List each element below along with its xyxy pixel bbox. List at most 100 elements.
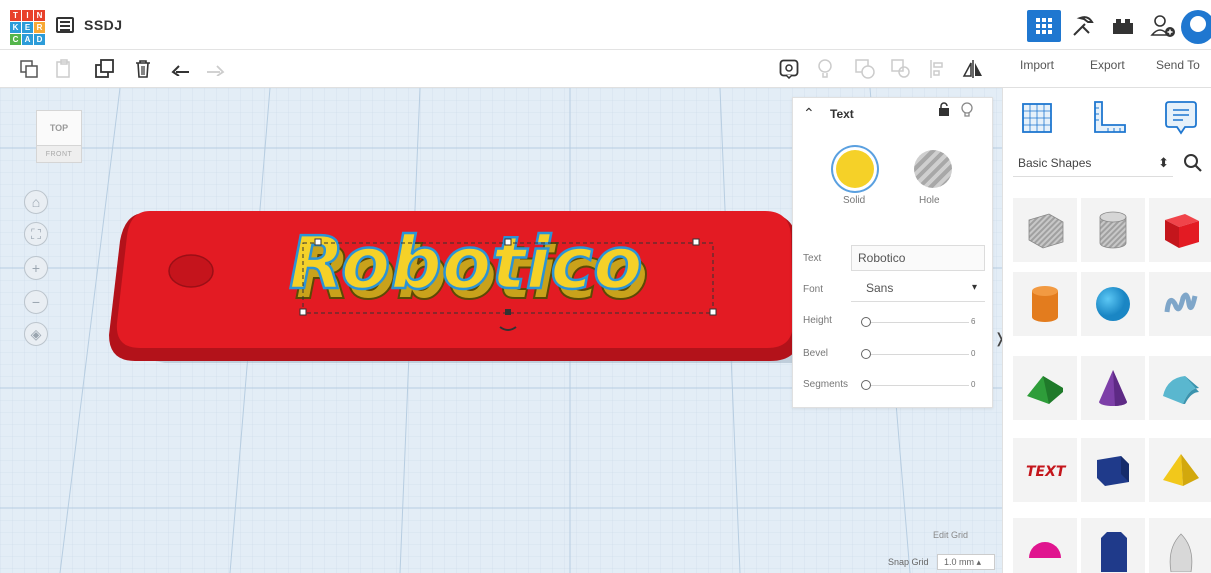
send-to-button[interactable]: Send To — [1156, 58, 1200, 72]
shape-category-select[interactable]: Basic Shapes ⬍ — [1013, 151, 1173, 177]
design-list-icon[interactable] — [56, 17, 74, 33]
logo-letter: I — [22, 10, 33, 21]
zoom-in-icon[interactable]: + — [24, 256, 48, 280]
group-icon[interactable] — [852, 56, 878, 82]
shape-box-hole[interactable] — [1013, 198, 1077, 262]
shape-text[interactable]: TEXT — [1013, 438, 1077, 502]
logo-letter: K — [10, 22, 21, 33]
logo-letter: C — [10, 34, 21, 45]
shape-inspector: ⌃ Text Solid Hole Text Robotico Font San… — [792, 97, 993, 408]
workplane-icon[interactable] — [1017, 98, 1057, 138]
mirror-icon[interactable] — [960, 56, 986, 82]
bevel-slider-knob[interactable] — [861, 349, 871, 359]
text-input[interactable]: Robotico — [851, 245, 985, 271]
shape-polygon[interactable] — [1081, 438, 1145, 502]
shape-pyramid[interactable] — [1149, 438, 1211, 502]
duplicate-icon[interactable] — [92, 56, 118, 82]
note-icon[interactable] — [776, 56, 802, 82]
logo-letter: R — [34, 22, 45, 33]
shape-roof[interactable] — [1013, 356, 1077, 420]
view-cube[interactable]: TOP FRONT — [30, 104, 86, 163]
keychain-model[interactable]: Robotico Robotico — [105, 203, 825, 383]
solid-label: Solid — [843, 195, 866, 206]
text-prop-label: Text — [803, 253, 822, 264]
shape-sphere[interactable] — [1081, 272, 1145, 336]
svg-text:TEXT: TEXT — [1026, 464, 1067, 480]
shape-half-sphere[interactable] — [1013, 518, 1077, 573]
segments-slider-knob[interactable] — [861, 380, 871, 390]
shape-category-value: Basic Shapes — [1018, 156, 1092, 170]
bevel-slider[interactable] — [861, 349, 969, 359]
tinkercad-app: TINKERCAD SSDJ Import Export Send To TOP… — [0, 0, 1211, 573]
fit-view-icon[interactable]: ⛶ — [24, 222, 48, 246]
shape-paraboloid[interactable] — [1081, 518, 1145, 573]
bevel-prop-label: Bevel — [803, 348, 829, 359]
bevel-value: 0 — [971, 349, 976, 358]
logo-letter: T — [10, 10, 21, 21]
segments-value: 0 — [971, 380, 976, 389]
view-cube-top[interactable]: TOP — [36, 110, 82, 146]
search-icon[interactable] — [1183, 153, 1203, 178]
hole-label: Hole — [919, 195, 940, 206]
notes-icon[interactable] — [1161, 98, 1201, 138]
add-user-icon[interactable] — [1146, 10, 1180, 42]
font-value: Sans — [866, 281, 894, 295]
file-actions: Import Export Send To — [1002, 50, 1211, 88]
edit-toolbar — [0, 50, 1002, 88]
select-caret-icon: ⬍ — [1158, 155, 1169, 170]
snap-grid-label: Snap Grid — [888, 557, 929, 567]
shapes-panel: Basic Shapes ⬍ TEXT — [1002, 88, 1211, 573]
snap-grid-select[interactable]: 1.0 mm ▴ — [937, 554, 995, 570]
perspective-icon[interactable]: ◈ — [24, 322, 48, 346]
bricks-icon[interactable] — [1106, 10, 1140, 42]
shape-cylinder-hole[interactable] — [1081, 198, 1145, 262]
font-select[interactable]: Sans ▾ — [851, 276, 985, 302]
paste-icon[interactable] — [52, 56, 78, 82]
logo-letter: E — [22, 22, 33, 33]
redo-icon[interactable] — [202, 56, 228, 82]
user-avatar[interactable] — [1181, 10, 1211, 44]
light-icon[interactable] — [812, 56, 838, 82]
view-cube-front[interactable]: FRONT — [36, 145, 82, 163]
hole-swatch[interactable] — [914, 150, 952, 188]
top-bar: TIN KER CAD SSDJ — [0, 0, 1211, 50]
lock-icon[interactable] — [938, 102, 950, 119]
shape-cylinder[interactable] — [1013, 272, 1077, 336]
ungroup-icon[interactable] — [888, 56, 914, 82]
inspector-title: Text — [830, 107, 854, 121]
light-bulb-icon[interactable] — [961, 102, 973, 121]
height-value: 6 — [971, 317, 976, 326]
logo-letter: N — [34, 10, 45, 21]
design-name[interactable]: SSDJ — [84, 17, 123, 33]
align-icon[interactable] — [924, 56, 950, 82]
height-slider[interactable] — [861, 317, 969, 327]
shape-egg[interactable] — [1149, 518, 1211, 573]
shape-scribble[interactable] — [1149, 272, 1211, 336]
segments-prop-label: Segments — [803, 379, 849, 390]
shape-cone[interactable] — [1081, 356, 1145, 420]
model-text: Robotico — [289, 221, 643, 305]
grid-view-icon[interactable] — [1027, 10, 1061, 42]
height-prop-label: Height — [803, 315, 832, 326]
copy-icon[interactable] — [16, 56, 42, 82]
import-button[interactable]: Import — [1020, 58, 1054, 72]
snap-grid-value: 1.0 mm — [944, 557, 975, 567]
undo-icon[interactable] — [168, 56, 194, 82]
tinkercad-logo[interactable]: TIN KER CAD — [10, 10, 45, 45]
edit-grid-button[interactable]: Edit Grid — [933, 530, 968, 540]
export-button[interactable]: Export — [1090, 58, 1125, 72]
delete-icon[interactable] — [130, 56, 156, 82]
shape-box[interactable] — [1149, 198, 1211, 262]
tinker-icon[interactable] — [1066, 10, 1100, 42]
height-slider-knob[interactable] — [861, 317, 871, 327]
segments-slider[interactable] — [861, 380, 969, 390]
home-view-icon[interactable]: ⌂ — [24, 190, 48, 214]
panel-toggle-chevron-icon[interactable]: ❭ — [994, 330, 1002, 347]
solid-color-swatch[interactable] — [836, 150, 874, 188]
shape-round-roof[interactable] — [1149, 356, 1211, 420]
collapse-chevron-icon[interactable]: ⌃ — [803, 105, 815, 122]
logo-letter: D — [34, 34, 45, 45]
zoom-out-icon[interactable]: − — [24, 290, 48, 314]
ruler-icon[interactable] — [1089, 98, 1129, 138]
font-prop-label: Font — [803, 284, 824, 295]
